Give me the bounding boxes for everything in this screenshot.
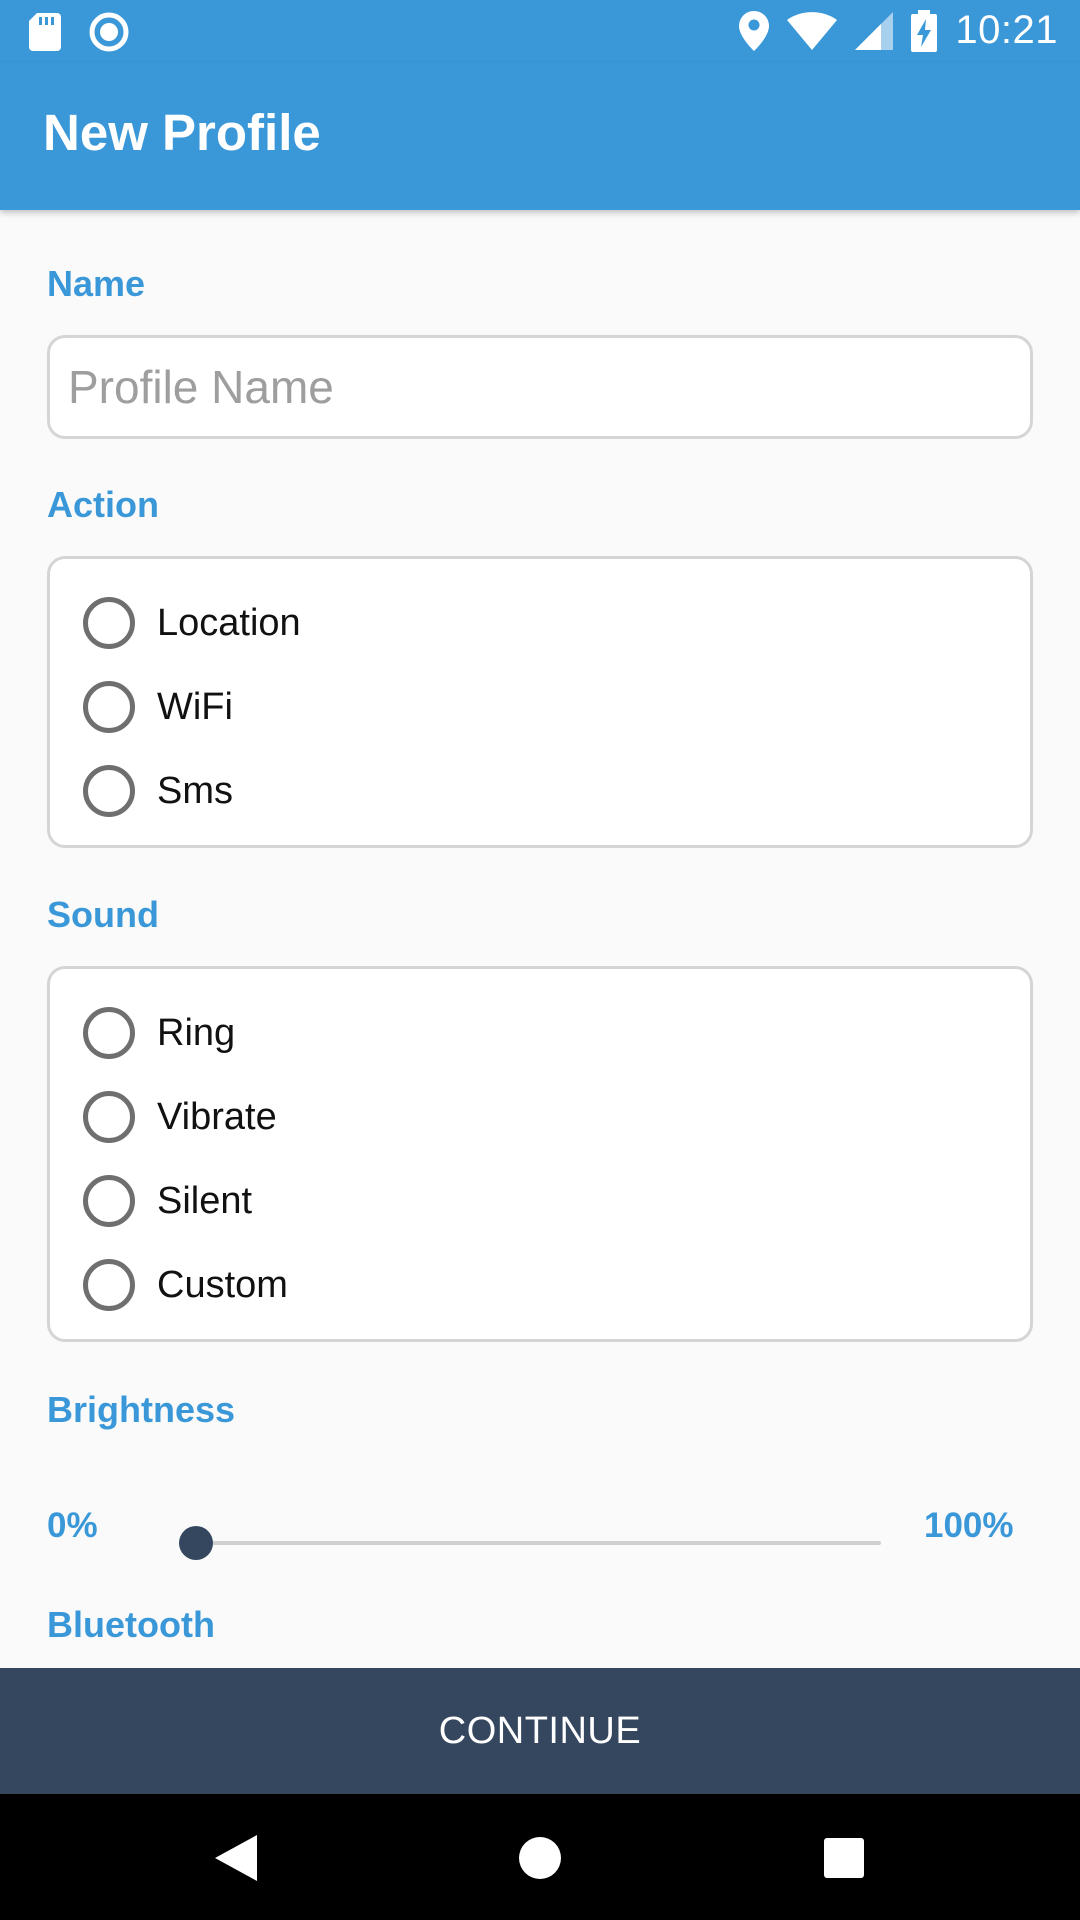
slider-thumb[interactable] [179, 1526, 213, 1560]
radio-button[interactable] [83, 1091, 135, 1143]
action-radio-group: Location WiFi Sms [47, 556, 1033, 848]
bluetooth-label: Bluetooth [47, 1604, 215, 1645]
radio-option-location[interactable]: Location [83, 593, 301, 653]
radio-label: Sms [157, 769, 233, 812]
profile-name-input[interactable] [50, 338, 1030, 436]
status-time: 10:21 [955, 8, 1058, 52]
continue-button[interactable]: CONTINUE [0, 1668, 1080, 1794]
battery-charging-icon [911, 9, 938, 52]
radio-button[interactable] [83, 765, 135, 817]
sound-radio-group: Ring Vibrate Silent Custom [47, 966, 1033, 1342]
status-bar: 10:21 [0, 0, 1080, 63]
status-left-icons [29, 12, 129, 52]
radio-button[interactable] [83, 1175, 135, 1227]
status-right-icons: 10:21 [739, 8, 1058, 53]
radio-button[interactable] [83, 1007, 135, 1059]
continue-button-label: CONTINUE [438, 1709, 642, 1752]
home-icon [519, 1837, 561, 1879]
brightness-min-label: 0% [47, 1506, 98, 1545]
radio-label: Location [157, 601, 301, 644]
radio-label: Ring [157, 1011, 236, 1054]
sound-label: Sound [47, 894, 159, 935]
back-icon [215, 1835, 257, 1881]
brightness-max-label: 100% [924, 1506, 1014, 1545]
recents-icon [824, 1838, 864, 1878]
page-title: New Profile [43, 104, 321, 161]
form-content[interactable]: Name Action Location WiFi Sms Sound Ring… [0, 210, 1080, 1668]
brightness-label: Brightness [47, 1389, 236, 1430]
nav-recents-button[interactable] [814, 1828, 874, 1888]
radio-button[interactable] [83, 681, 135, 733]
radio-option-wifi[interactable]: WiFi [83, 677, 233, 737]
radio-button[interactable] [83, 1259, 135, 1311]
radio-option-silent[interactable]: Silent [83, 1171, 252, 1231]
brightness-slider[interactable] [179, 1523, 881, 1563]
sd-card-icon [29, 13, 61, 51]
radio-label: Custom [157, 1263, 288, 1306]
nav-home-button[interactable] [510, 1828, 570, 1888]
radio-label: Vibrate [157, 1095, 277, 1138]
radio-label: Silent [157, 1179, 253, 1222]
radio-option-sms[interactable]: Sms [83, 761, 233, 821]
name-label: Name [47, 263, 146, 304]
action-label: Action [47, 484, 159, 525]
radio-option-ring[interactable]: Ring [83, 1003, 235, 1063]
navigation-bar [0, 1794, 1080, 1920]
radio-label: WiFi [157, 685, 233, 728]
radio-button[interactable] [83, 597, 135, 649]
profile-name-field[interactable] [47, 335, 1033, 439]
signal-icon [855, 11, 894, 50]
nav-back-button[interactable] [206, 1828, 266, 1888]
app-bar: New Profile [0, 63, 1080, 210]
sync-icon [89, 12, 129, 52]
radio-option-vibrate[interactable]: Vibrate [83, 1087, 277, 1147]
radio-option-custom[interactable]: Custom [83, 1255, 288, 1315]
wifi-icon [787, 11, 838, 50]
slider-track[interactable] [196, 1541, 881, 1545]
location-icon [739, 10, 770, 51]
